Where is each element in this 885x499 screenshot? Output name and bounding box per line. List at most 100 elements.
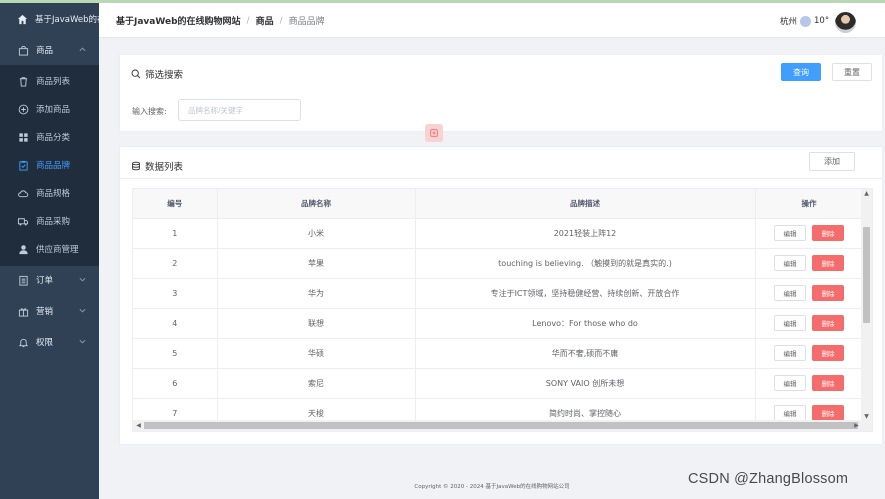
sidebar-item-add-goods[interactable]: 添加商品 [0,95,99,123]
avatar[interactable] [835,12,856,33]
sidebar-menu-permission[interactable]: 权限 [0,328,99,356]
sidebar-item-goods-purchase[interactable]: 商品采购 [0,207,99,235]
actions-group: 编辑 删除 [756,369,863,398]
user-icon [17,243,29,255]
table-body: 1 小米 2021轻装上阵12 编辑 删除 2 苹果 touching is believin… [133,218,864,429]
bag-icon [17,44,29,56]
cell-brand-desc: touching is believing. （触摸到的就是真实的.) [415,248,756,279]
sidebar-item-goods-list[interactable]: 商品列表 [0,67,99,95]
add-button[interactable]: 添加 [809,152,855,171]
brand-table-grid: 编号 品牌名称 品牌描述 操作 1 小米 2021轻装上阵12 编辑 删除 2 苹果 touc… [133,189,864,429]
edit-button[interactable]: 编辑 [774,225,806,241]
cell-id: 1 [133,218,218,249]
filter-title: 筛选搜索 [131,67,183,81]
cell-actions: 编辑 删除 [755,368,864,399]
data-list-card: 数据列表 添加 编号 品牌名称 品牌描述 操作 1 小米 2021轻装上阵12 编辑删… [119,146,883,445]
breadcrumb: 基于JavaWeb的在线购物网站 / 商品 / 商品品牌 [116,14,325,28]
horizontal-scroll-thumb[interactable] [144,422,858,429]
delete-button[interactable]: 删除 [812,285,844,301]
cloud-icon [17,187,29,199]
sidebar-item-label: 商品规格 [36,189,71,199]
search-icon [131,69,141,79]
chevron-down-icon [79,277,86,282]
reset-button[interactable]: 重置 [832,63,872,81]
column-header-actions: 操作 [755,189,864,219]
edit-button[interactable]: 编辑 [774,255,806,271]
breadcrumb-separator: / [246,15,250,26]
sidebar-item-label: 添加商品 [36,105,71,115]
search-button[interactable]: 查询 [781,63,821,81]
cell-brand-desc: 华而不奢,硕而不庸 [415,338,756,369]
chevron-down-icon [79,339,86,344]
edit-button[interactable]: 编辑 [774,315,806,331]
sidebar-item-goods-brand[interactable]: 商品品牌 [0,151,99,179]
vertical-scrollbar[interactable]: ▲ ▼ [861,189,872,421]
grid-icon [17,131,29,143]
vertical-scroll-thumb[interactable] [863,227,870,323]
sidebar-goods-label: 商品 [36,46,54,56]
breadcrumb-home[interactable]: 基于JavaWeb的在线购物网站 [116,14,241,27]
horizontal-scrollbar[interactable]: ◀ ▶ [133,420,872,431]
table-row: 3 华为 专注于ICT领域，坚持稳健经营、持续创新、开放合作 编辑 删除 [133,278,864,309]
database-icon [132,161,140,171]
sidebar-menu-marketing[interactable]: 营销 [0,297,99,325]
home-icon [17,13,28,25]
sidebar-item-home[interactable]: 基于JavaWeb的在 [0,5,99,33]
sidebar-item-goods-category[interactable]: 商品分类 [0,123,99,151]
column-header-name[interactable]: 品牌名称 [217,189,416,219]
sidebar-menu-order[interactable]: 订单 [0,266,99,294]
edit-button[interactable]: 编辑 [774,285,806,301]
chevron-down-icon [79,308,86,313]
sidebar-permission-label: 权限 [36,338,54,348]
cell-actions: 编辑 删除 [755,218,864,249]
column-header-id[interactable]: 编号 [133,189,218,219]
cell-actions: 编辑 删除 [755,338,864,369]
weather-temp: 10° [814,16,830,26]
column-header-desc[interactable]: 品牌描述 [415,189,756,219]
brand-table: 编号 品牌名称 品牌描述 操作 1 小米 2021轻装上阵12 编辑 删除 2 苹果 touc… [132,188,873,432]
table-row: 5 华硕 华而不奢,硕而不庸 编辑 删除 [133,338,864,369]
cell-id: 6 [133,368,218,399]
sidebar-menu-goods[interactable]: 商品 [0,36,99,64]
scroll-down-arrow-icon[interactable]: ▼ [863,413,870,420]
cell-brand-name: 苹果 [217,248,416,279]
actions-group: 编辑 删除 [756,309,863,338]
delete-button[interactable]: 删除 [812,375,844,391]
list-title-text: 数据列表 [145,162,184,173]
table-row: 4 联想 Lenovo：For those who do 编辑 删除 [133,308,864,339]
cell-brand-desc: 专注于ICT领域，坚持稳健经营、持续创新、开放合作 [415,278,756,309]
actions-group: 编辑 删除 [756,339,863,368]
sidebar-item-label: 商品分类 [36,133,71,143]
floating-tool-icon[interactable] [425,124,443,142]
search-input[interactable] [178,99,301,121]
cell-id: 5 [133,338,218,369]
delete-button[interactable]: 删除 [812,225,844,241]
sidebar-item-label: 商品品牌 [36,161,71,171]
filter-card: 筛选搜索 查询 重置 输入搜索: [119,54,883,132]
sidebar-item-goods-spec[interactable]: 商品规格 [0,179,99,207]
edit-button[interactable]: 编辑 [774,375,806,391]
delete-button[interactable]: 删除 [812,345,844,361]
scroll-up-arrow-icon[interactable]: ▲ [863,190,870,197]
cell-brand-desc: 2021轻装上阵12 [415,218,756,249]
sidebar-item-supplier[interactable]: 供应商管理 [0,235,99,263]
scroll-left-arrow-icon[interactable]: ◀ [135,422,142,429]
scroll-right-arrow-icon[interactable]: ▶ [853,422,860,429]
actions-group: 编辑 删除 [756,279,863,308]
actions-group: 编辑 删除 [756,249,863,278]
cell-brand-name: 联想 [217,308,416,339]
cell-brand-name: 华硕 [217,338,416,369]
sidebar-home-label: 基于JavaWeb的在 [35,15,99,25]
breadcrumb-separator: / [279,15,283,26]
cell-brand-name: 小米 [217,218,416,249]
actions-group: 编辑 删除 [756,219,863,248]
edit-button[interactable]: 编辑 [774,345,806,361]
delete-button[interactable]: 删除 [812,255,844,271]
breadcrumb-goods[interactable]: 商品 [256,14,274,27]
list-title: 数据列表 [131,159,183,173]
edit-button[interactable]: 编辑 [774,405,806,421]
sidebar: 基于JavaWeb的在 商品 商品列表 添加商品 商品分类 商品品牌 商品规格 … [0,3,99,499]
cell-actions: 编辑 删除 [755,278,864,309]
delete-button[interactable]: 删除 [812,315,844,331]
delete-button[interactable]: 删除 [812,405,844,421]
